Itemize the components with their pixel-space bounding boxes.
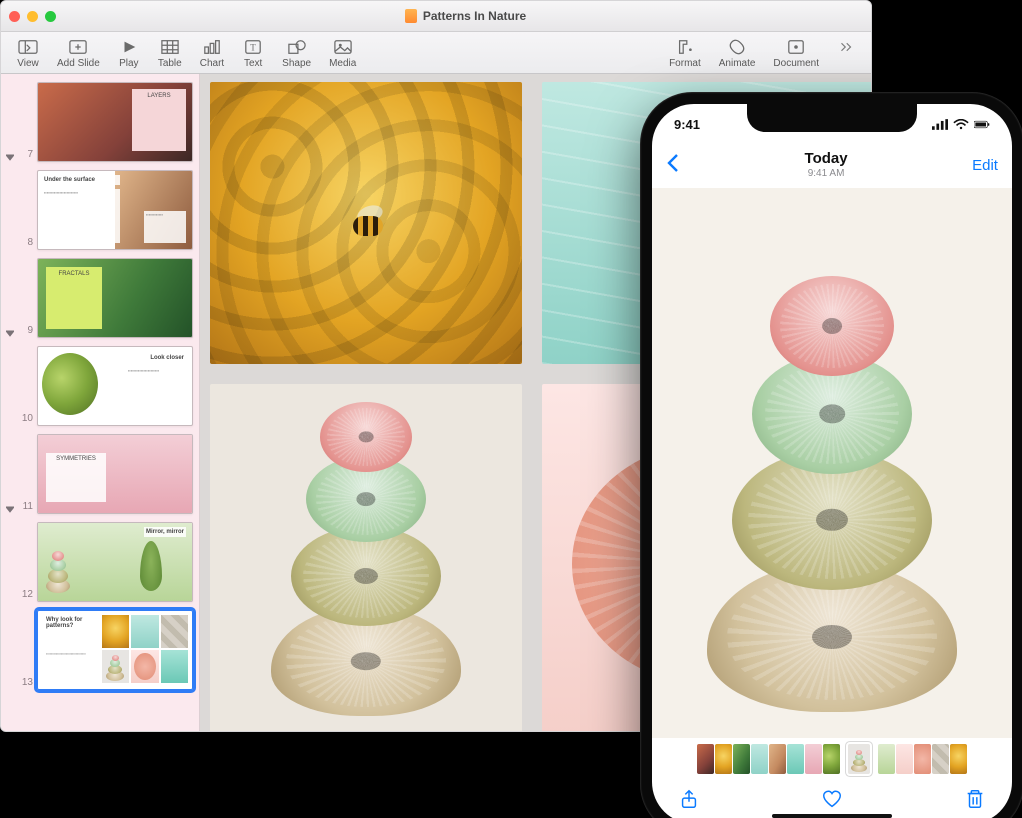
nav-title-text: Today [805, 151, 848, 168]
toolbar: View Add Slide Play Table Chart T Text [1, 32, 871, 74]
document-icon [405, 9, 417, 23]
status-time: 9:41 [674, 117, 700, 132]
slide-navigator[interactable]: 7 LAYERS 8 Under the surface ▪▪▪▪▪▪▪▪▪▪▪… [1, 74, 200, 732]
slide-number: 12 [19, 589, 33, 602]
shape-label: Shape [282, 58, 311, 69]
slide-thumbnail[interactable]: 11 SYMMETRIES [5, 434, 193, 514]
svg-text:T: T [250, 43, 256, 53]
slide-number: 9 [19, 325, 33, 338]
disclosure-triangle-icon[interactable] [5, 504, 15, 514]
add-slide-label: Add Slide [57, 58, 100, 69]
media-button[interactable]: Media [329, 38, 356, 69]
play-label: Play [119, 58, 138, 69]
notch [747, 104, 917, 132]
filmstrip-thumb[interactable] [715, 744, 732, 774]
text-button[interactable]: T Text [242, 38, 264, 69]
animate-button[interactable]: Animate [719, 38, 756, 69]
slide-title: FRACTALS [46, 267, 102, 329]
slide-title: Look closer [148, 353, 186, 363]
slide-title: SYMMETRIES [46, 453, 106, 502]
view-label: View [17, 58, 39, 69]
add-slide-button[interactable]: Add Slide [57, 38, 100, 69]
filmstrip-thumb[interactable] [932, 744, 949, 774]
filmstrip-thumb[interactable] [950, 744, 967, 774]
battery-icon [974, 119, 990, 130]
filmstrip-thumb[interactable] [914, 744, 931, 774]
back-button[interactable] [666, 153, 680, 178]
slide-title: Mirror, mirror [144, 527, 186, 537]
play-button[interactable]: Play [118, 38, 140, 69]
slide-thumbnail[interactable]: 7 LAYERS [5, 82, 193, 162]
canvas-image[interactable] [210, 384, 522, 732]
format-button[interactable]: Format [669, 38, 701, 69]
view-button[interactable]: View [17, 38, 39, 69]
media-label: Media [329, 58, 356, 69]
bee-icon [335, 206, 395, 252]
chart-button[interactable]: Chart [200, 38, 224, 69]
table-label: Table [158, 58, 182, 69]
slide-thumbnail[interactable]: 9 FRACTALS [5, 258, 193, 338]
window-title-text: Patterns In Nature [423, 9, 526, 23]
format-label: Format [669, 58, 701, 69]
toolbar [652, 778, 1012, 818]
delete-button[interactable] [964, 788, 986, 815]
disclosure-triangle-icon[interactable] [5, 328, 15, 338]
filmstrip-thumb-current[interactable] [848, 744, 870, 774]
iphone-screen: 9:41 Today 9:41 AM Edit [652, 104, 1012, 818]
cellular-icon [932, 119, 948, 130]
document-button[interactable]: Document [773, 38, 819, 69]
filmstrip-thumb[interactable] [787, 744, 804, 774]
share-button[interactable] [678, 788, 700, 815]
slide-number: 10 [19, 413, 33, 426]
home-indicator[interactable] [772, 814, 892, 818]
window-title: Patterns In Nature [68, 9, 863, 23]
slide-title: Why look for patterns? [44, 615, 94, 631]
disclosure-triangle-icon[interactable] [5, 152, 15, 162]
slide-number: 13 [19, 677, 33, 690]
filmstrip-thumb[interactable] [769, 744, 786, 774]
slide-number: 8 [19, 237, 33, 250]
slide-title: Under the surface [42, 175, 120, 185]
wifi-icon [953, 119, 969, 130]
titlebar: Patterns In Nature [1, 1, 871, 32]
favorite-button[interactable] [821, 788, 843, 815]
slide-number: 7 [19, 149, 33, 162]
toolbar-overflow-button[interactable] [837, 38, 855, 69]
shape-button[interactable]: Shape [282, 38, 311, 69]
minimize-window-button[interactable] [27, 11, 38, 22]
document-label: Document [773, 58, 819, 69]
nav-subtitle-text: 9:41 AM [805, 168, 848, 179]
chart-label: Chart [200, 58, 224, 69]
edit-button[interactable]: Edit [972, 157, 998, 174]
slide-thumbnail[interactable]: 13 Why look for patterns? ▪▪▪▪▪▪▪▪▪▪▪▪▪▪… [5, 610, 193, 690]
table-button[interactable]: Table [158, 38, 182, 69]
animate-label: Animate [719, 58, 756, 69]
filmstrip-thumb[interactable] [896, 744, 913, 774]
iphone-device: 9:41 Today 9:41 AM Edit [640, 92, 1022, 818]
slide-number: 11 [19, 501, 33, 514]
photo-filmstrip[interactable] [652, 742, 1012, 776]
nav-bar: Today 9:41 AM Edit [652, 144, 1012, 186]
close-window-button[interactable] [9, 11, 20, 22]
filmstrip-thumb[interactable] [733, 744, 750, 774]
slide-thumbnail[interactable]: 8 Under the surface ▪▪▪▪▪▪▪▪▪▪▪▪▪▪▪▪▪▪▪▪… [5, 170, 193, 250]
filmstrip-thumb[interactable] [823, 744, 840, 774]
photo-viewer[interactable] [652, 188, 1012, 738]
slide-thumbnail[interactable]: 10 Look closer ▪▪▪▪▪▪▪▪▪▪▪▪▪▪▪▪▪▪▪▪▪▪ [5, 346, 193, 426]
window-controls [9, 11, 56, 22]
filmstrip-thumb[interactable] [751, 744, 768, 774]
canvas-image[interactable] [210, 82, 522, 364]
text-label: Text [244, 58, 262, 69]
filmstrip-thumb[interactable] [697, 744, 714, 774]
slide-thumbnail[interactable]: 12 Mirror, mirror [5, 522, 193, 602]
nav-title: Today 9:41 AM [805, 151, 848, 179]
slide-title: LAYERS [132, 89, 186, 151]
filmstrip-thumb[interactable] [805, 744, 822, 774]
zoom-window-button[interactable] [45, 11, 56, 22]
filmstrip-thumb[interactable] [878, 744, 895, 774]
